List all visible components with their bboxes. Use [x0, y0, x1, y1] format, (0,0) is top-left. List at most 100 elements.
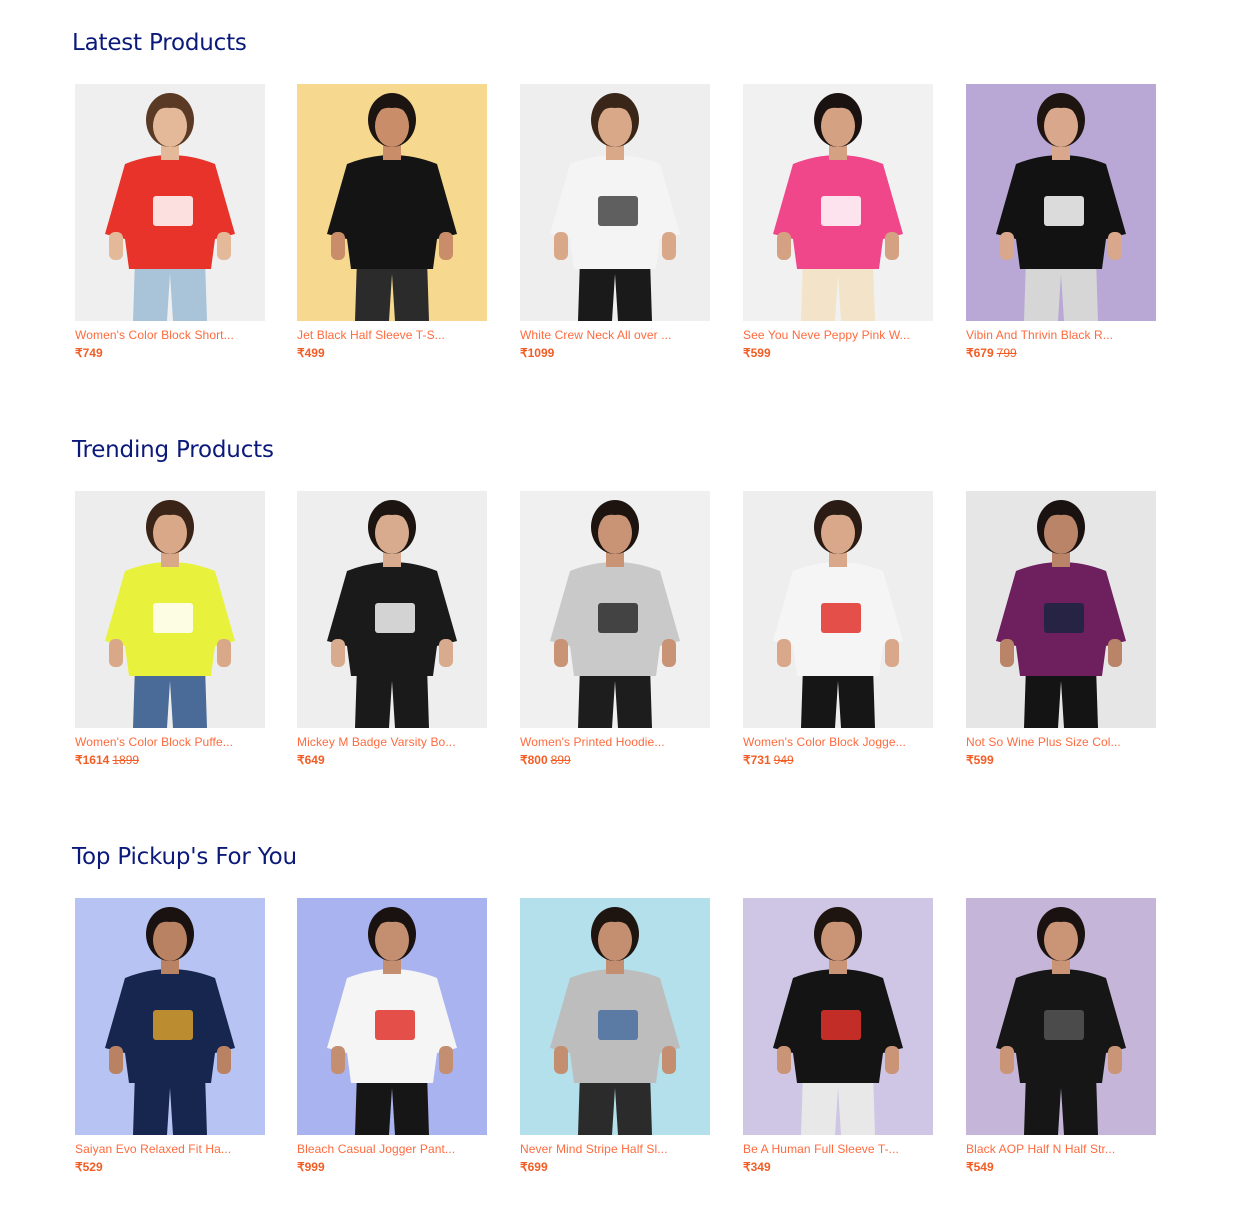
garment-print [375, 1010, 415, 1040]
product-image[interactable] [297, 491, 487, 728]
model-face [375, 919, 409, 961]
product-image[interactable] [743, 491, 933, 728]
product-photo [743, 491, 933, 728]
product-card[interactable]: Jet Black Half Sleeve T-S... ₹499 [297, 84, 487, 360]
garment-print [1044, 603, 1084, 633]
product-original-price: 949 [773, 753, 794, 767]
product-name-link[interactable]: Women's Color Block Puffe... [75, 735, 265, 749]
product-price-row: ₹800 899 [520, 753, 710, 767]
model-face [153, 105, 187, 147]
product-image[interactable] [297, 898, 487, 1135]
product-card[interactable]: See You Neve Peppy Pink W... ₹599 [743, 84, 933, 360]
product-photo [297, 898, 487, 1135]
product-card[interactable]: White Crew Neck All over ... ₹1099 [520, 84, 710, 360]
product-price-row: ₹679 799 [966, 346, 1156, 360]
product-card[interactable]: Women's Color Block Jogge... ₹731 949 [743, 491, 933, 767]
model-face [375, 512, 409, 554]
product-image[interactable] [520, 84, 710, 321]
product-name-link[interactable]: Bleach Casual Jogger Pant... [297, 1142, 487, 1156]
product-card[interactable]: Black AOP Half N Half Str... ₹549 [966, 898, 1156, 1174]
garment-print [153, 1010, 193, 1040]
product-photo [520, 898, 710, 1135]
product-card[interactable]: Be A Human Full Sleeve T-... ₹349 [743, 898, 933, 1174]
product-price-row: ₹599 [966, 753, 1156, 767]
product-name-link[interactable]: Jet Black Half Sleeve T-S... [297, 328, 487, 342]
product-price-row: ₹999 [297, 1160, 487, 1174]
product-image[interactable] [743, 898, 933, 1135]
garment-print [821, 196, 861, 226]
product-card[interactable]: Mickey M Badge Varsity Bo... ₹649 [297, 491, 487, 767]
product-price-row: ₹499 [297, 346, 487, 360]
product-name-link[interactable]: Black AOP Half N Half Str... [966, 1142, 1156, 1156]
product-card[interactable]: Bleach Casual Jogger Pant... ₹999 [297, 898, 487, 1174]
product-card[interactable]: Women's Color Block Short... ₹749 [75, 84, 265, 360]
product-original-price: 899 [550, 753, 571, 767]
product-image[interactable] [297, 84, 487, 321]
product-card[interactable]: Vibin And Thrivin Black R... ₹679 799 [966, 84, 1156, 360]
garment-print [1044, 1010, 1084, 1040]
model-face [598, 105, 632, 147]
product-name-link[interactable]: Mickey M Badge Varsity Bo... [297, 735, 487, 749]
product-price-row: ₹599 [743, 346, 933, 360]
product-name-link[interactable]: Vibin And Thrivin Black R... [966, 328, 1156, 342]
product-image[interactable] [75, 491, 265, 728]
section-title: Latest Products [72, 30, 247, 56]
product-price-row: ₹699 [520, 1160, 710, 1174]
product-price-row: ₹749 [75, 346, 265, 360]
model-face [153, 512, 187, 554]
product-price: ₹800 [520, 753, 548, 767]
product-name-link[interactable]: Not So Wine Plus Size Col... [966, 735, 1156, 749]
product-price-row: ₹731 949 [743, 753, 933, 767]
product-name-link[interactable]: Women's Printed Hoodie... [520, 735, 710, 749]
product-price: ₹599 [743, 346, 771, 360]
model-face [821, 512, 855, 554]
product-price: ₹549 [966, 1160, 994, 1174]
section-title: Top Pickup's For You [72, 844, 297, 870]
product-image[interactable] [966, 898, 1156, 1135]
product-name-link[interactable]: White Crew Neck All over ... [520, 328, 710, 342]
product-name-link[interactable]: Be A Human Full Sleeve T-... [743, 1142, 933, 1156]
product-price: ₹349 [743, 1160, 771, 1174]
product-image[interactable] [966, 84, 1156, 321]
model-face [821, 105, 855, 147]
garment-print [375, 196, 415, 226]
garment-print [598, 196, 638, 226]
product-image[interactable] [75, 84, 265, 321]
product-image[interactable] [743, 84, 933, 321]
product-card[interactable]: Not So Wine Plus Size Col... ₹599 [966, 491, 1156, 767]
garment-print [1044, 196, 1084, 226]
product-price-row: ₹1099 [520, 346, 710, 360]
product-price: ₹649 [297, 753, 325, 767]
product-name-link[interactable]: See You Neve Peppy Pink W... [743, 328, 933, 342]
model-face [1044, 105, 1078, 147]
product-image[interactable] [966, 491, 1156, 728]
product-name-link[interactable]: Saiyan Evo Relaxed Fit Ha... [75, 1142, 265, 1156]
model-face [1044, 919, 1078, 961]
product-photo [520, 491, 710, 728]
model-face [375, 105, 409, 147]
product-name-link[interactable]: Women's Color Block Short... [75, 328, 265, 342]
product-price: ₹599 [966, 753, 994, 767]
product-card[interactable]: Saiyan Evo Relaxed Fit Ha... ₹529 [75, 898, 265, 1174]
product-name-link[interactable]: Never Mind Stripe Half Sl... [520, 1142, 710, 1156]
product-image[interactable] [520, 898, 710, 1135]
product-photo [297, 84, 487, 321]
model-face [153, 919, 187, 961]
product-image[interactable] [75, 898, 265, 1135]
product-name-link[interactable]: Women's Color Block Jogge... [743, 735, 933, 749]
product-price-row: ₹549 [966, 1160, 1156, 1174]
product-photo [966, 84, 1156, 321]
product-price-row: ₹649 [297, 753, 487, 767]
garment-print [821, 603, 861, 633]
product-card[interactable]: Never Mind Stripe Half Sl... ₹699 [520, 898, 710, 1174]
product-price-row: ₹349 [743, 1160, 933, 1174]
product-price: ₹1614 [75, 753, 110, 767]
product-card[interactable]: Women's Printed Hoodie... ₹800 899 [520, 491, 710, 767]
product-photo [75, 84, 265, 321]
garment-print [821, 1010, 861, 1040]
product-image[interactable] [520, 491, 710, 728]
product-photo [966, 491, 1156, 728]
product-original-price: 799 [996, 346, 1017, 360]
product-card[interactable]: Women's Color Block Puffe... ₹1614 1899 [75, 491, 265, 767]
product-price-row: ₹1614 1899 [75, 753, 265, 767]
